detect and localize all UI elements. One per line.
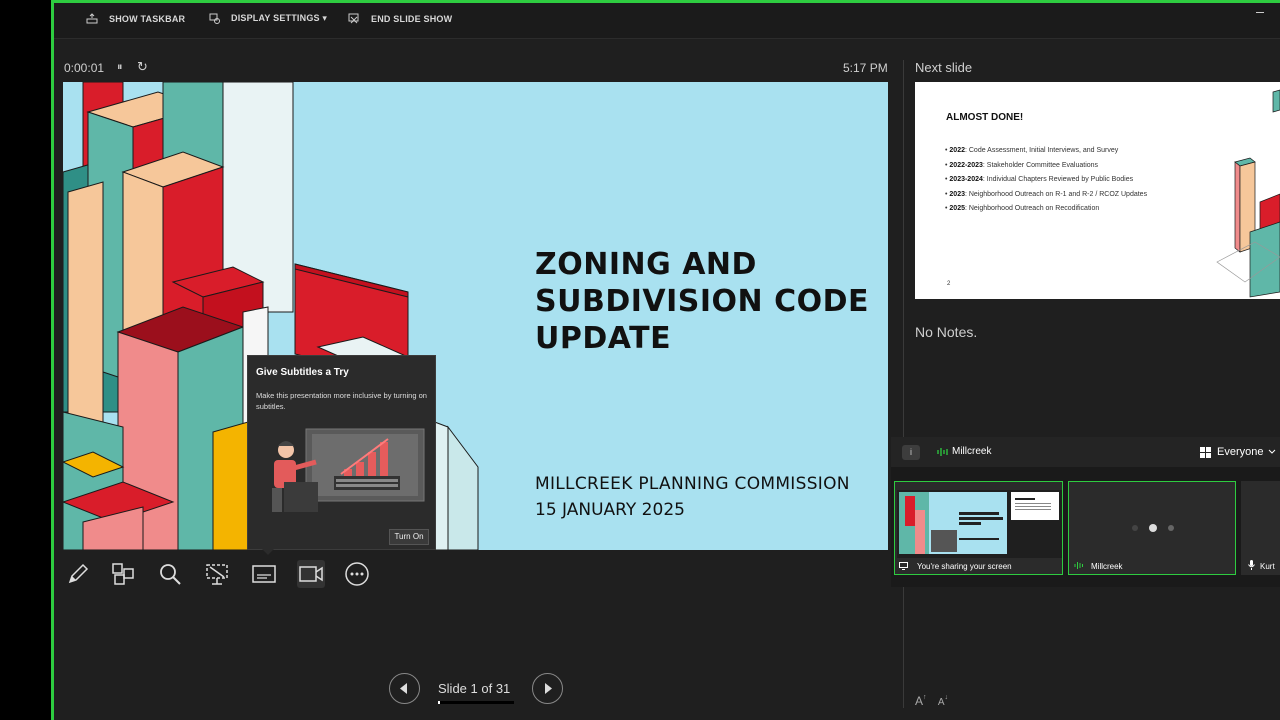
end-slide-show-label: END SLIDE SHOW: [371, 13, 453, 24]
restart-timer-icon[interactable]: ↻: [137, 59, 148, 75]
loading-dots-icon: [1132, 524, 1174, 532]
info-icon[interactable]: i: [902, 445, 920, 460]
elapsed-timer: 0:00:01: [64, 61, 105, 75]
left-edge: [0, 0, 52, 720]
see-all-slides-button[interactable]: [109, 560, 137, 588]
subtitles-toggle-button[interactable]: [250, 560, 278, 588]
next-slide-title: ALMOST DONE!: [946, 112, 1024, 123]
more-options-icon: [345, 562, 369, 586]
screen-share-thumbnail: [897, 490, 1062, 558]
display-settings-button[interactable]: DISPLAY SETTINGS ▾: [209, 13, 327, 24]
minimize-icon[interactable]: [1256, 12, 1264, 13]
chevron-down-icon: [1268, 449, 1276, 454]
monitor-icon: [899, 562, 908, 570]
pen-icon: [68, 563, 89, 584]
view-audience-selector[interactable]: Everyone: [1217, 446, 1263, 458]
grid-view-icon[interactable]: [1200, 447, 1211, 458]
slide-title-line: UPDATE: [535, 321, 672, 356]
popup-pointer: [262, 549, 274, 555]
tile-label: Millcreek: [1091, 562, 1123, 571]
audio-level-icon: [1074, 562, 1083, 569]
triangle-left-icon: [400, 683, 407, 694]
participant-tile-millcreek[interactable]: Millcreek: [1068, 481, 1236, 575]
speaker-notes[interactable]: No Notes.: [915, 324, 977, 340]
next-slide-list: • 2022: Code Assessment, Initial Intervi…: [945, 144, 1147, 217]
subtitles-promo-popup: Give Subtitles a Try Make this presentat…: [247, 355, 436, 550]
presenter-toolbar: SHOW TASKBAR DISPLAY SETTINGS ▾ END SLID…: [54, 3, 1280, 39]
next-slide-page-number: 2: [947, 281, 951, 287]
zoom-slide-button[interactable]: [156, 560, 184, 588]
previous-slide-button[interactable]: [389, 673, 420, 704]
next-slide-label: Next slide: [915, 60, 973, 75]
notes-font-size-controls: A↑ A↓: [915, 694, 949, 708]
tile-label: Kurt: [1260, 562, 1275, 571]
increase-font-icon[interactable]: A: [915, 694, 923, 708]
slide-counter[interactable]: Slide 1 of 31: [438, 681, 510, 696]
list-item: • 2023: Neighborhood Outreach on R-1 and…: [945, 190, 1148, 198]
subtitles-icon: [252, 565, 276, 583]
slide-progress-track: [438, 701, 514, 704]
audio-level-icon: [937, 448, 948, 456]
next-slide-illustration: [1216, 89, 1280, 298]
show-taskbar-button[interactable]: SHOW TASKBAR: [86, 13, 185, 24]
slide-title: ZONING AND SUBDIVISION CODE UPDATE: [535, 246, 885, 357]
share-border-left: [51, 0, 54, 720]
display-settings-label: DISPLAY SETTINGS ▾: [231, 13, 328, 23]
display-settings-icon: [209, 13, 220, 24]
decrease-font-icon[interactable]: A: [938, 697, 945, 708]
slide-title-line: ZONING AND: [535, 247, 757, 282]
list-item: • 2023-2024: Individual Chapters Reviewe…: [945, 176, 1134, 183]
slide-progress-fill: [438, 701, 440, 704]
turn-on-subtitles-button[interactable]: Turn On: [389, 529, 429, 545]
magnifier-icon: [160, 564, 181, 585]
taskbar-icon: [86, 13, 98, 24]
slide-title-line: SUBDIVISION CODE: [535, 284, 870, 319]
end-show-icon: [348, 13, 359, 24]
popup-title: Give Subtitles a Try: [256, 367, 349, 378]
pen-tool-button[interactable]: [64, 560, 92, 588]
participant-tile-kurt[interactable]: Kurt: [1241, 481, 1280, 575]
popup-body: Make this presentation more inclusive by…: [256, 391, 427, 411]
list-item: • 2022-2023: Stakeholder Committee Evalu…: [945, 161, 1099, 169]
current-time: 5:17 PM: [843, 61, 888, 75]
screen-pointer-icon: [206, 564, 228, 585]
slides-grid-icon: [112, 563, 134, 585]
video-camera-icon: [299, 566, 323, 582]
next-slide-button[interactable]: [532, 673, 563, 704]
show-taskbar-label: SHOW TASKBAR: [109, 13, 186, 24]
camera-toggle-button[interactable]: [297, 560, 325, 588]
end-slide-show-button[interactable]: END SLIDE SHOW: [348, 13, 452, 24]
tile-label: You're sharing your screen: [917, 562, 1012, 571]
list-item: • 2022: Code Assessment, Initial Intervi…: [945, 147, 1119, 154]
next-slide-preview[interactable]: ALMOST DONE! • 2022: Code Assessment, In…: [915, 82, 1280, 299]
triangle-right-icon: [545, 683, 552, 694]
list-item: • 2025: Neighborhood Outreach on Recodif…: [945, 205, 1100, 212]
more-options-button[interactable]: [343, 560, 371, 588]
laser-pointer-button[interactable]: [203, 560, 231, 588]
microphone-icon: [1248, 560, 1255, 570]
pause-timer-icon[interactable]: ⏸: [117, 61, 123, 74]
presenter-illustration: [272, 428, 425, 512]
active-speaker-name: Millcreek: [952, 446, 992, 457]
slide-date: 15 JANUARY 2025: [535, 500, 685, 520]
panel-divider[interactable]: [903, 60, 904, 708]
slide-subtitle: MILLCREEK PLANNING COMMISSION: [535, 474, 850, 494]
screen-share-tile[interactable]: You're sharing your screen: [894, 481, 1063, 575]
